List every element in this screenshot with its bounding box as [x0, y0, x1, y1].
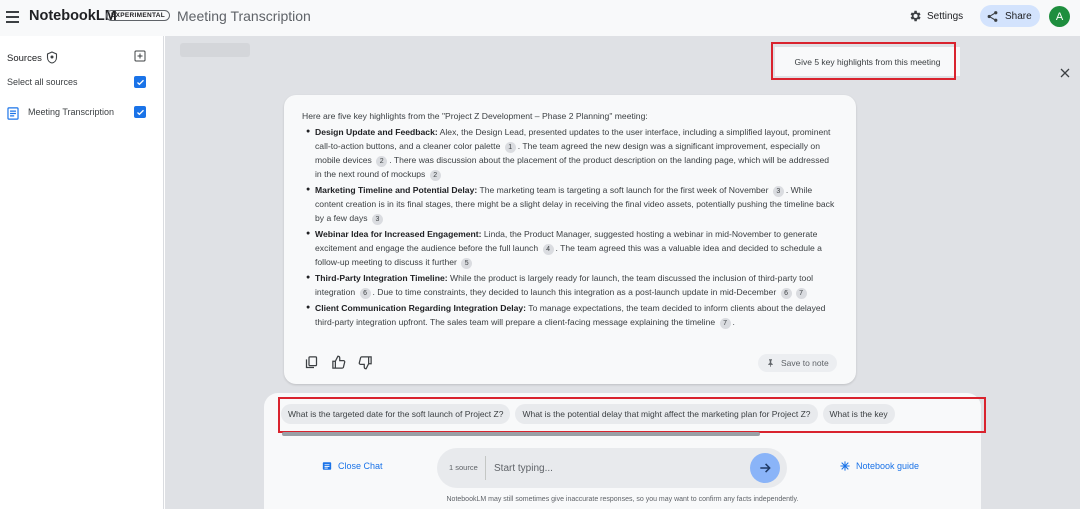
suggestions-scrollbar[interactable]: [282, 432, 760, 436]
chat-input[interactable]: [494, 458, 739, 478]
menu-icon[interactable]: [6, 8, 22, 26]
avatar[interactable]: A: [1049, 6, 1070, 27]
sources-sidebar: Sources Select all sources Meeting Trans…: [0, 36, 164, 509]
share-label: Share: [1005, 10, 1032, 22]
bullet-dot: ●: [306, 186, 311, 193]
highlight-text: Marketing Timeline and Potential Delay: …: [315, 183, 836, 225]
save-to-note-button[interactable]: Save to note: [758, 354, 837, 372]
citation-chip[interactable]: 7: [719, 318, 731, 329]
response-card: Here are five key highlights from the "P…: [284, 95, 856, 384]
experimental-badge: EXPERIMENTAL: [106, 10, 171, 21]
thumbs-down-icon[interactable]: [358, 355, 373, 370]
thumbs-up-icon[interactable]: [331, 355, 346, 370]
arrow-right-icon: [760, 463, 771, 473]
highlight-box-user-message: [771, 42, 956, 80]
highlight-title: Marketing Timeline and Potential Delay:: [315, 185, 478, 195]
document-icon: [7, 107, 19, 120]
notebook-guide-button[interactable]: Notebook guide: [840, 461, 919, 471]
highlight-title: Third-Party Integration Timeline:: [315, 273, 448, 283]
highlight-body: The marketing team is targeting a soft l…: [477, 185, 771, 195]
add-source-icon[interactable]: [134, 50, 146, 62]
notebook-guide-label: Notebook guide: [856, 461, 920, 471]
close-chat-button[interactable]: Close Chat: [322, 461, 383, 471]
highlight-item: ● Third-Party Integration Timeline: While…: [306, 271, 836, 299]
bullet-dot: ●: [306, 274, 311, 281]
citation-chip[interactable]: 4: [542, 244, 554, 255]
citation-chip[interactable]: 2: [429, 170, 441, 181]
citation-chip[interactable]: 5: [461, 258, 473, 269]
checkmark-icon: [136, 109, 144, 115]
citation-chip[interactable]: 6: [359, 288, 371, 299]
source-count[interactable]: 1 source: [449, 463, 478, 472]
highlights-list: ● Design Update and Feedback: Alex, the D…: [306, 125, 836, 331]
citation-chip[interactable]: 2: [376, 156, 388, 167]
highlight-title: Client Communication Regarding Integrati…: [315, 303, 527, 313]
highlight-body: . Due to time constraints, they decided …: [372, 287, 779, 297]
highlight-item: ● Client Communication Regarding Integrat…: [306, 301, 836, 329]
highlight-item: ● Webinar Idea for Increased Engagement: …: [306, 227, 836, 269]
chat-icon: [322, 462, 332, 470]
highlight-body: .: [732, 317, 735, 327]
pin-icon: [768, 359, 773, 367]
highlight-box-suggestions: [278, 397, 986, 433]
placeholder-bar: [180, 43, 250, 57]
bullet-dot: ●: [306, 128, 311, 135]
save-to-note-label: Save to note: [781, 358, 829, 368]
source-checkbox[interactable]: [134, 106, 146, 118]
highlight-text: Design Update and Feedback: Alex, the De…: [315, 125, 836, 181]
share-button[interactable]: Share: [980, 5, 1040, 27]
copy-icon[interactable]: [304, 355, 319, 370]
highlight-text: Client Communication Regarding Integrati…: [315, 301, 836, 329]
citation-chip[interactable]: 7: [795, 288, 807, 299]
sparkle-icon: [840, 461, 850, 471]
chat-input-box: 1 source: [437, 448, 787, 488]
citation-chip[interactable]: 6: [780, 288, 792, 299]
sources-heading: Sources: [7, 53, 42, 64]
settings-button[interactable]: Settings: [902, 5, 969, 27]
shield-icon: [46, 51, 58, 64]
highlight-item: ● Marketing Timeline and Potential Delay:…: [306, 183, 836, 225]
gear-icon: [910, 10, 921, 22]
bullet-dot: ●: [306, 304, 311, 311]
citation-chip[interactable]: 1: [504, 142, 516, 153]
top-bar: NotebookLM EXPERIMENTAL Meeting Transcri…: [0, 0, 1080, 36]
close-icon[interactable]: [1059, 67, 1071, 79]
page-title: Meeting Transcription: [177, 8, 311, 24]
highlight-text: Webinar Idea for Increased Engagement: L…: [315, 227, 836, 269]
citation-chip[interactable]: 3: [772, 186, 784, 197]
response-intro: Here are five key highlights from the "P…: [302, 111, 648, 121]
highlight-text: Third-Party Integration Timeline: While …: [315, 271, 836, 299]
highlight-body: . There was discussion about the placeme…: [315, 155, 830, 179]
select-all-label: Select all sources: [7, 77, 78, 87]
highlight-item: ● Design Update and Feedback: Alex, the D…: [306, 125, 836, 181]
disclaimer-text: NotebookLM may still sometimes give inac…: [446, 496, 799, 503]
highlight-title: Design Update and Feedback:: [315, 127, 438, 137]
source-item-label[interactable]: Meeting Transcription: [28, 107, 114, 117]
app-logo: NotebookLM: [29, 8, 117, 24]
close-chat-label: Close Chat: [338, 461, 383, 471]
send-button[interactable]: [750, 453, 780, 483]
bullet-dot: ●: [306, 230, 311, 237]
divider: [485, 456, 486, 480]
citation-chip[interactable]: 3: [371, 214, 383, 225]
highlight-title: Webinar Idea for Increased Engagement:: [315, 229, 482, 239]
share-icon: [987, 10, 998, 22]
select-all-checkbox[interactable]: [134, 76, 146, 88]
checkmark-icon: [136, 79, 144, 85]
settings-label: Settings: [927, 10, 964, 22]
